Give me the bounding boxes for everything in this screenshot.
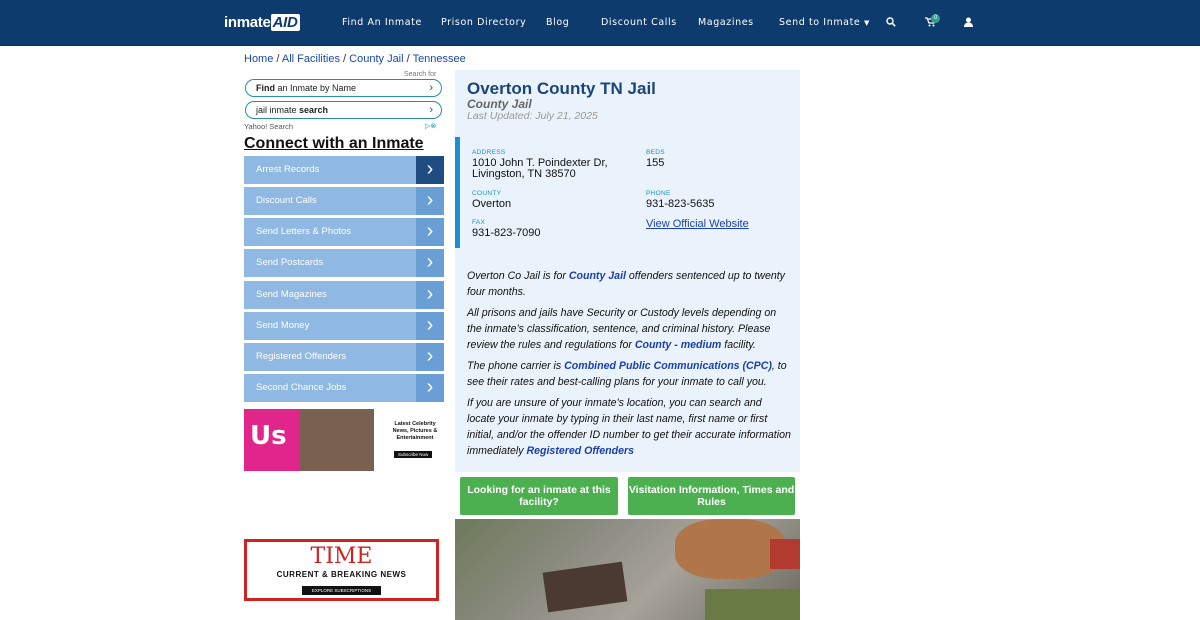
sidebar-item-send-postcards[interactable]: Send Postcards › [244, 249, 444, 277]
chevron-right-icon: › [416, 156, 444, 184]
description-paragraph-1: Overton Co Jail is for County Jail offen… [467, 268, 792, 300]
breadcrumb: Home / All Facilities / County Jail / Te… [244, 53, 466, 65]
nav-send-to-inmate-label: Send to Inmate [779, 17, 861, 28]
nav-discount-calls[interactable]: Discount Calls [601, 17, 677, 28]
time-ad[interactable]: TIME CURRENT & BREAKING NEWS EXPLORE SUB… [244, 539, 439, 601]
chevron-right-icon: › [416, 374, 444, 402]
chevron-right-icon: › [416, 187, 444, 215]
desc-2-text-end: facility. [721, 339, 756, 351]
description-paragraph-4: If you are unsure of your inmate's locat… [467, 395, 792, 459]
sidebar-item-label: Send Letters & Photos [256, 226, 352, 237]
nav-magazines[interactable]: Magazines [698, 17, 754, 28]
site-logo[interactable]: inmate AID [224, 14, 300, 31]
page-title: Overton County TN Jail [467, 79, 656, 98]
county-value: Overton [472, 198, 512, 210]
find-inmate-button[interactable]: Looking for an inmate at this facility? [460, 477, 618, 515]
us-logo: Us [250, 421, 287, 451]
visitation-info-button[interactable]: Visitation Information, Times and Rules [628, 477, 795, 515]
official-website-link[interactable]: View Official Website [646, 218, 749, 230]
breadcrumb-all-facilities[interactable]: All Facilities [282, 53, 340, 65]
chevron-right-icon: › [416, 312, 444, 340]
logo-text: inmate [224, 14, 271, 31]
yahoo-search-label: Yahoo! Search [244, 122, 294, 131]
desc-3-text: The phone carrier is [467, 360, 565, 372]
search-suggestion-find-inmate[interactable]: Find an Inmate by Name › [245, 79, 442, 97]
beds-label: BEDS [646, 149, 665, 156]
security-level-link[interactable]: County - medium [635, 339, 722, 351]
search-icon[interactable] [886, 17, 896, 27]
adchoices-icon[interactable]: ▷⊗ [425, 122, 436, 130]
us-subscribe-button[interactable]: Subscribe Now [394, 451, 433, 458]
facility-aerial-photo [455, 519, 800, 620]
top-nav: inmate AID Find An Inmate Prison Director… [0, 0, 1200, 46]
sidebar-item-send-magazines[interactable]: Send Magazines › [244, 281, 444, 309]
chevron-right-icon: › [416, 343, 444, 371]
cart-count-badge: 0 [931, 14, 940, 23]
us-ad-text: Latest Celebrity News, Pictures & Entert… [392, 421, 438, 441]
phone-value[interactable]: 931-823-5635 [646, 198, 715, 210]
chevron-right-icon: › [416, 249, 444, 277]
aerial-field [705, 589, 800, 620]
phone-label: PHONE [646, 190, 671, 197]
official-website-link-text[interactable]: View Official Website [646, 218, 749, 230]
time-explore-button[interactable]: EXPLORE SUBSCRIPTIONS [301, 586, 382, 595]
address-label: ADDRESS [472, 149, 506, 156]
sidebar-item-send-money[interactable]: Send Money › [244, 312, 444, 340]
nav-send-to-inmate[interactable]: Send to Inmate ▼ [779, 17, 870, 28]
chevron-right-icon: › [416, 218, 444, 246]
last-updated: Last Updated: July 21, 2025 [467, 110, 598, 122]
sidebar-item-send-letters[interactable]: Send Letters & Photos › [244, 218, 444, 246]
facility-type: County Jail [467, 97, 532, 111]
fax-value: 931-823-7090 [472, 227, 541, 239]
desc-1-text: Overton Co Jail is for [467, 270, 569, 282]
sidebar-item-arrest-records[interactable]: Arrest Records › [244, 156, 444, 184]
description-paragraph-2: All prisons and jails have Security or C… [467, 305, 792, 353]
chevron-right-icon: › [429, 104, 433, 116]
search-item-1-bold: Find [256, 83, 275, 93]
sidebar-item-registered-offenders[interactable]: Registered Offenders › [244, 343, 444, 371]
user-icon[interactable] [964, 17, 973, 27]
beds-value: 155 [646, 157, 665, 169]
logo-aid-text: AID [270, 14, 300, 31]
phone-carrier-link[interactable]: Combined Public Communications (CPC) [564, 360, 772, 372]
description-paragraph-3: The phone carrier is Combined Public Com… [467, 358, 792, 390]
nav-blog[interactable]: Blog [546, 17, 569, 28]
ad-photo [300, 409, 374, 471]
search-suggestion-jail-inmate[interactable]: jail inmate search › [245, 101, 442, 119]
sidebar-item-label: Send Magazines [256, 289, 327, 300]
sidebar-item-label: Send Postcards [256, 257, 324, 268]
breadcrumb-home[interactable]: Home [244, 53, 273, 65]
search-item-2-bold: search [299, 105, 329, 115]
search-item-2-text: jail inmate [256, 105, 300, 115]
search-caption: Search for [404, 71, 437, 78]
aerial-red-building [770, 539, 800, 569]
sidebar-item-discount-calls[interactable]: Discount Calls › [244, 187, 444, 215]
chevron-right-icon: › [416, 281, 444, 309]
breadcrumb-county-jail[interactable]: County Jail [349, 53, 403, 65]
us-weekly-ad[interactable]: Us Latest Celebrity News, Pictures & Ent… [244, 409, 444, 471]
time-logo: TIME [310, 544, 373, 569]
sidebar-item-label: Second Chance Jobs [256, 382, 347, 393]
sidebar-item-label: Send Money [256, 320, 310, 331]
sidebar-item-label: Registered Offenders [256, 351, 347, 362]
caret-down-icon: ▼ [864, 19, 870, 27]
aerial-dirt-area [675, 519, 785, 579]
fax-label: FAX [472, 219, 486, 226]
sidebar-item-second-chance-jobs[interactable]: Second Chance Jobs › [244, 374, 444, 402]
nav-prison-directory[interactable]: Prison Directory [441, 17, 526, 28]
sidebar-item-label: Arrest Records [256, 164, 320, 175]
address-line-2: Livingston, TN 38570 [472, 168, 576, 180]
sidebar-heading[interactable]: Connect with an Inmate [244, 135, 424, 153]
registered-offenders-link[interactable]: Registered Offenders [526, 445, 634, 457]
nav-find-an-inmate[interactable]: Find An Inmate [342, 17, 422, 28]
county-label: COUNTY [472, 190, 502, 197]
search-item-1-text: an Inmate by Name [275, 83, 357, 93]
breadcrumb-tennessee[interactable]: Tennessee [413, 53, 466, 65]
sidebar-item-label: Discount Calls [256, 195, 317, 206]
time-ad-text: CURRENT & BREAKING NEWS [276, 570, 407, 579]
county-jail-link[interactable]: County Jail [569, 270, 626, 282]
chevron-right-icon: › [429, 82, 433, 94]
